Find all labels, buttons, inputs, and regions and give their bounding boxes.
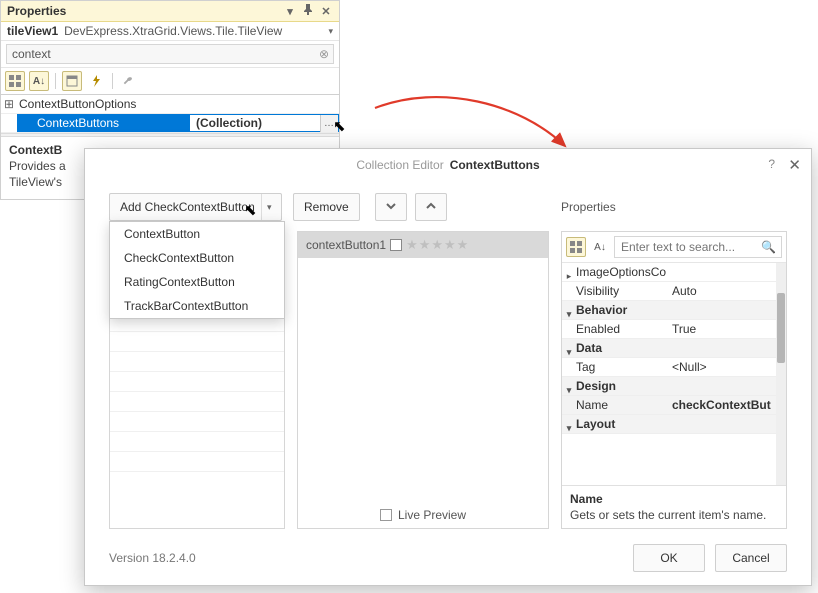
alphabetical-button[interactable]: A↓ xyxy=(29,71,49,91)
properties-column: Properties A↓ 🔍 ▸ImageOptionsCol Visibil… xyxy=(561,193,787,529)
dropdown-item[interactable]: RatingContextButton xyxy=(110,270,284,294)
add-dropdown: ContextButtonCheckContextButtonRatingCon… xyxy=(109,221,285,319)
list-item xyxy=(110,432,284,452)
property-value: (Collection) xyxy=(196,115,262,132)
help-icon[interactable]: ? xyxy=(768,157,775,171)
property-toolbar: A↓ 🔍 xyxy=(562,232,786,263)
object-name: tileView1 xyxy=(7,24,58,38)
category-row[interactable]: ▾Design xyxy=(562,377,786,396)
close-icon[interactable]: ✕ xyxy=(319,5,333,18)
category-row[interactable]: ▾Layout xyxy=(562,415,786,434)
clear-search-icon[interactable]: ⊗ xyxy=(319,47,329,61)
property-grid: ⊞ ContextButtonOptions ContextButtons (C… xyxy=(1,95,339,133)
list-item xyxy=(110,412,284,432)
chevron-down-icon[interactable]: ▾ xyxy=(261,194,277,220)
live-preview-toggle[interactable]: Live Preview xyxy=(298,502,548,528)
list-item xyxy=(110,372,284,392)
properties-titlebar: Properties ▾ ✕ xyxy=(1,1,339,22)
checkbox-icon[interactable] xyxy=(380,509,392,521)
ellipsis-button[interactable]: … xyxy=(320,115,338,132)
categorized-button[interactable] xyxy=(566,237,586,257)
dialog-footer: Version 18.2.4.0 OK Cancel xyxy=(85,529,811,585)
dropdown-icon[interactable]: ▾ xyxy=(283,5,297,18)
move-up-button[interactable] xyxy=(415,193,447,221)
object-type: DevExpress.XtraGrid.Views.Tile.TileView xyxy=(64,24,282,38)
cancel-button[interactable]: Cancel xyxy=(715,544,787,572)
properties-header: Properties xyxy=(561,193,787,221)
property-row[interactable]: VisibilityAuto xyxy=(562,282,786,301)
property-search-input[interactable] xyxy=(614,236,782,258)
preview-box: contextButton1 ★★★★★ Live Preview xyxy=(297,231,549,529)
list-item xyxy=(110,332,284,352)
property-help: Name Gets or sets the current item's nam… xyxy=(562,485,786,528)
list-item xyxy=(110,352,284,372)
move-down-button[interactable] xyxy=(375,193,407,221)
collection-editor-dialog: Collection Editor ContextButtons ? ✕ Add… xyxy=(84,148,812,586)
preview-item: contextButton1 ★★★★★ xyxy=(298,232,548,258)
list-item xyxy=(110,392,284,412)
search-input[interactable] xyxy=(6,44,334,64)
expand-icon[interactable]: ⊞ xyxy=(1,95,17,113)
dropdown-item[interactable]: ContextButton xyxy=(110,222,284,246)
property-pages-button[interactable] xyxy=(62,71,82,91)
dropdown-item[interactable]: TrackBarContextButton xyxy=(110,294,284,318)
checkbox-icon xyxy=(390,239,402,251)
categorized-button[interactable] xyxy=(5,71,25,91)
property-row[interactable]: ▸ImageOptionsCol xyxy=(562,263,786,282)
pin-icon[interactable] xyxy=(301,4,315,18)
property-toolbar: A↓ xyxy=(1,68,339,95)
wrench-icon[interactable] xyxy=(119,71,139,91)
events-button[interactable] xyxy=(86,71,106,91)
property-row-selected[interactable]: NamecheckContextBut xyxy=(562,396,786,415)
rating-stars-icon: ★★★★★ xyxy=(406,237,469,253)
search-icon: 🔍 xyxy=(761,240,776,254)
properties-title: Properties xyxy=(7,4,66,18)
inner-property-grid: ▸ImageOptionsCol VisibilityAuto ▾Behavio… xyxy=(562,263,786,485)
dialog-titlebar: Collection Editor ContextButtons ? ✕ xyxy=(85,149,811,181)
alphabetical-button[interactable]: A↓ xyxy=(590,237,610,257)
version-label: Version 18.2.4.0 xyxy=(109,551,196,565)
category-row[interactable]: ▾Data xyxy=(562,339,786,358)
scrollbar[interactable] xyxy=(776,263,786,485)
object-selector[interactable]: tileView1 DevExpress.XtraGrid.Views.Tile… xyxy=(1,22,339,41)
property-search: ⊗ xyxy=(1,41,339,68)
close-icon[interactable]: ✕ xyxy=(788,156,801,174)
add-button[interactable]: Add CheckContextButton ▾ xyxy=(109,193,282,221)
property-row[interactable]: Tag<Null> xyxy=(562,358,786,377)
chevron-down-icon: ▾ xyxy=(328,26,333,37)
preview-column: contextButton1 ★★★★★ Live Preview xyxy=(297,193,549,529)
remove-button[interactable]: Remove xyxy=(293,193,360,221)
ok-button[interactable]: OK xyxy=(633,544,705,572)
list-item xyxy=(110,452,284,472)
category-row[interactable]: ▾Behavior xyxy=(562,301,786,320)
property-row[interactable]: EnabledTrue xyxy=(562,320,786,339)
property-row-contextbuttons[interactable]: ContextButtons (Collection) … xyxy=(1,114,339,133)
property-row-parent[interactable]: ⊞ ContextButtonOptions xyxy=(1,95,339,114)
dropdown-item[interactable]: CheckContextButton xyxy=(110,246,284,270)
